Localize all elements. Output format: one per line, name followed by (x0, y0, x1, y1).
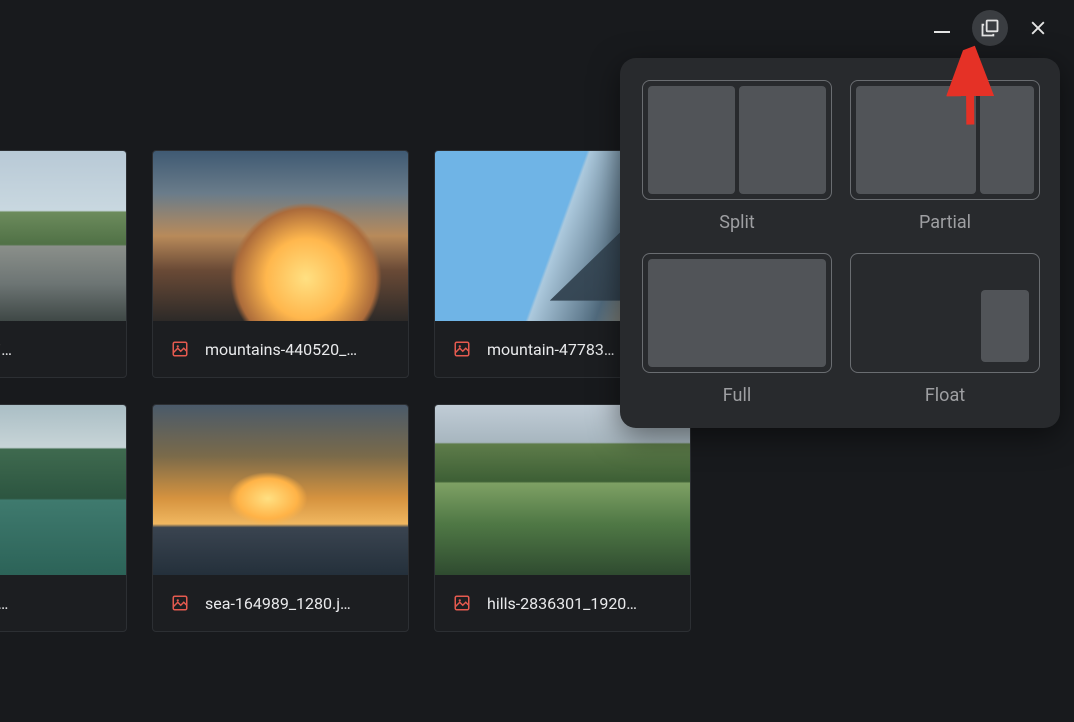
file-name: hills-2836301_1920… (487, 594, 637, 613)
layout-popover: Split Partial Full Float (620, 58, 1060, 428)
layout-preview-float (850, 253, 1040, 373)
file-tile[interactable]: sea-164989_1280.j… (152, 404, 409, 632)
file-name: -3601004_… (0, 594, 8, 613)
file-name: sea-164989_1280.j… (205, 594, 351, 613)
layout-preview-full (642, 253, 832, 373)
layout-label-split: Split (719, 212, 754, 233)
file-name: 079_1280.j… (0, 340, 12, 359)
file-row: 079_1280.j… mountains-440520_… (0, 150, 691, 378)
thumbnail (0, 405, 126, 575)
layout-label-float: Float (925, 385, 965, 406)
layout-button[interactable] (972, 10, 1008, 46)
thumbnail (153, 405, 408, 575)
file-tile[interactable]: hills-2836301_1920… (434, 404, 691, 632)
file-tile[interactable]: 079_1280.j… (0, 150, 127, 378)
file-tile[interactable]: mountains-440520_… (152, 150, 409, 378)
image-icon (453, 340, 471, 358)
layout-preview-split (642, 80, 832, 200)
file-name: mountain-47783… (487, 340, 615, 359)
layout-label-partial: Partial (919, 212, 971, 233)
image-icon (171, 594, 189, 612)
layout-option-partial[interactable]: Partial (850, 80, 1040, 233)
image-icon (453, 594, 471, 612)
thumbnail (153, 151, 408, 321)
layout-option-float[interactable]: Float (850, 253, 1040, 406)
layout-option-full[interactable]: Full (642, 253, 832, 406)
image-icon (171, 340, 189, 358)
file-row: -3601004_… sea-164989_1280.j… (0, 404, 691, 632)
minimize-icon (934, 31, 950, 33)
layout-icon (980, 18, 1000, 38)
layout-label-full: Full (723, 385, 751, 406)
layout-option-split[interactable]: Split (642, 80, 832, 233)
close-icon (1028, 18, 1048, 38)
file-name: mountains-440520_… (205, 340, 357, 359)
thumbnail (435, 405, 690, 575)
layout-preview-partial (850, 80, 1040, 200)
close-button[interactable] (1020, 10, 1056, 46)
window-controls (906, 0, 1074, 56)
minimize-button[interactable] (924, 10, 960, 46)
file-grid: 079_1280.j… mountains-440520_… (0, 150, 691, 632)
thumbnail (0, 151, 126, 321)
file-tile[interactable]: -3601004_… (0, 404, 127, 632)
